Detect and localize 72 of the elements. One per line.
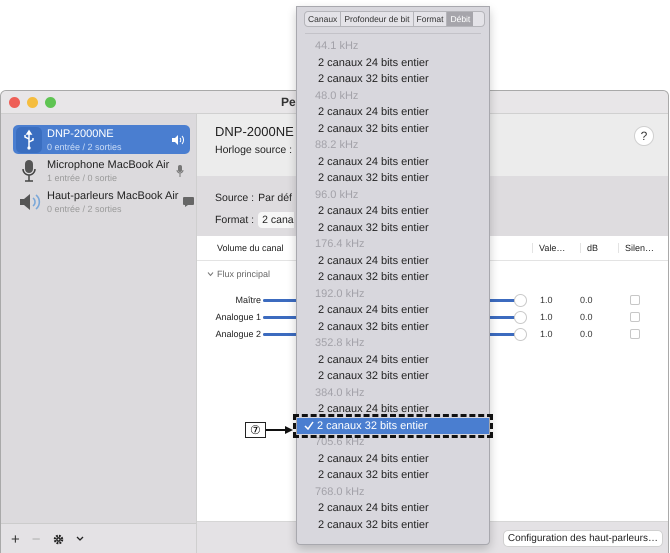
menu-item[interactable]: 2 canaux 24 bits entier bbox=[297, 154, 489, 170]
minimize-button[interactable] bbox=[27, 96, 38, 108]
device-name: Microphone MacBook Air bbox=[47, 158, 170, 172]
db-cell-text: 0.0 bbox=[580, 312, 594, 322]
menu-item[interactable]: 2 canaux 32 bits entier bbox=[297, 418, 489, 434]
device-title: DNP-2000NE bbox=[215, 124, 294, 139]
value-cell-text: 1.0 bbox=[539, 329, 554, 339]
db-cell-text: 0.0 bbox=[580, 329, 594, 339]
settings-icon[interactable] bbox=[52, 534, 64, 544]
device-item[interactable]: DNP-2000NE 0 entrée / 2 sorties bbox=[13, 125, 190, 154]
clock-source-label: Horloge source : bbox=[215, 144, 294, 156]
source-label: Source : bbox=[215, 192, 254, 204]
source-value: Par déf bbox=[258, 192, 292, 204]
menu-item[interactable]: 2 canaux 32 bits entier bbox=[297, 318, 489, 335]
format-label: Format : bbox=[215, 214, 254, 226]
menu-item[interactable]: 2 canaux 32 bits entier bbox=[297, 71, 489, 88]
menu-item[interactable]: 2 canaux 24 bits entier bbox=[297, 203, 489, 220]
menu-item[interactable]: 2 canaux 32 bits entier bbox=[297, 269, 489, 286]
menu-item[interactable]: 2 canaux 24 bits entier bbox=[297, 500, 489, 516]
zoom-button[interactable] bbox=[45, 96, 56, 108]
mute-checkbox[interactable] bbox=[630, 295, 640, 305]
menu-item[interactable]: 2 canaux 32 bits entier bbox=[297, 368, 489, 384]
device-item[interactable]: Haut-parleurs MacBook Air 0 entrée / 2 sorties bbox=[13, 187, 190, 216]
channel-name: Analogue 2 bbox=[214, 329, 262, 339]
close-button[interactable] bbox=[9, 96, 20, 108]
menu-item[interactable]: 2 canaux 24 bits entier bbox=[297, 450, 489, 467]
chat-bubble-icon bbox=[183, 196, 194, 206]
checkmark-icon bbox=[304, 421, 314, 430]
window-title: Pe bbox=[281, 95, 296, 109]
device-name: DNP-2000NE bbox=[47, 126, 115, 140]
microphone-icon bbox=[176, 164, 184, 176]
help-button[interactable]: ? bbox=[634, 126, 654, 146]
segment-tab[interactable]: Profondeur de bit bbox=[340, 12, 413, 26]
mute-checkbox[interactable] bbox=[630, 312, 640, 322]
speaker-config-button[interactable]: Configuration des haut-parleurs… bbox=[502, 530, 663, 546]
menu-item[interactable]: 2 canaux 32 bits entier bbox=[297, 170, 489, 186]
add-button[interactable]: + bbox=[11, 532, 20, 546]
column-header[interactable]: Silen… bbox=[618, 243, 668, 253]
menu-item[interactable]: 2 canaux 24 bits entier bbox=[297, 352, 489, 368]
usb-icon bbox=[16, 126, 42, 152]
channel-name: Analogue 1 bbox=[214, 312, 262, 322]
db-cell-text: 0.0 bbox=[580, 295, 594, 305]
value-cell-text: 1.0 bbox=[539, 312, 554, 322]
menu-item[interactable]: 2 canaux 32 bits entier bbox=[297, 120, 489, 137]
device-io: 1 entrée / 0 sortie bbox=[47, 172, 118, 184]
menu-item[interactable]: 2 canaux 24 bits entier bbox=[297, 401, 489, 418]
slider-thumb[interactable] bbox=[514, 328, 527, 340]
menu-item[interactable]: 2 canaux 32 bits entier bbox=[297, 220, 489, 236]
column-header[interactable]: dB bbox=[580, 243, 618, 253]
callout-label: ⑦ bbox=[245, 422, 266, 438]
menu-item[interactable]: 2 canaux 32 bits entier bbox=[297, 516, 489, 533]
menu-item[interactable]: 2 canaux 24 bits entier bbox=[297, 54, 489, 71]
value-cell-text: 1.0 bbox=[539, 295, 554, 305]
column-header[interactable]: Vale… bbox=[532, 243, 580, 253]
device-name: Haut-parleurs MacBook Air bbox=[47, 188, 178, 202]
menu-item[interactable]: 2 canaux 24 bits entier bbox=[297, 302, 489, 318]
device-io: 0 entrée / 2 sorties bbox=[47, 140, 123, 152]
menu-item[interactable]: 2 canaux 24 bits entier bbox=[297, 104, 489, 120]
slider-thumb[interactable] bbox=[514, 294, 527, 306]
arrow-icon bbox=[266, 425, 294, 435]
segment-tab[interactable]: Canaux bbox=[305, 12, 340, 26]
device-item[interactable]: Microphone MacBook Air 1 entrée / 0 sortie bbox=[13, 156, 190, 185]
format-popup[interactable]: 2 cana bbox=[258, 212, 294, 228]
menu-item[interactable]: 2 canaux 24 bits entier bbox=[297, 252, 489, 269]
mute-checkbox[interactable] bbox=[630, 329, 640, 339]
chevron-down-icon[interactable] bbox=[76, 536, 84, 542]
slider-thumb[interactable] bbox=[514, 310, 527, 324]
device-io: 0 entrée / 2 sorties bbox=[47, 202, 123, 214]
menu-item[interactable]: 2 canaux 32 bits entier bbox=[297, 467, 489, 484]
volume-icon bbox=[172, 134, 184, 144]
group-label: Flux principal bbox=[217, 269, 270, 279]
channel-name: Maître bbox=[234, 295, 262, 305]
